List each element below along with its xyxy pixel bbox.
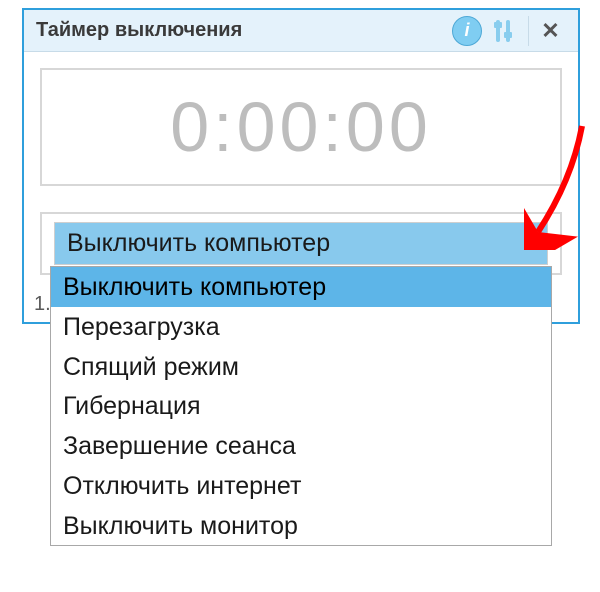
timer-display[interactable]: 0:00:00 <box>40 68 562 186</box>
action-select[interactable]: Выключить компьютер ▾ <box>54 222 548 265</box>
chevron-down-icon: ▾ <box>529 237 535 251</box>
window-title: Таймер выключения <box>36 19 448 42</box>
titlebar: Таймер выключения i ✕ <box>24 10 578 52</box>
timer-value: 0:00:00 <box>170 87 432 167</box>
info-icon: i <box>452 16 482 46</box>
app-window: Таймер выключения i ✕ 0:00:00 Выключить … <box>22 8 580 324</box>
action-select-value: Выключить компьютер <box>67 229 330 258</box>
settings-button[interactable] <box>488 16 518 46</box>
close-icon: ✕ <box>541 18 559 44</box>
wrench-icon <box>492 18 514 44</box>
dropdown-item-monitor-off[interactable]: Выключить монитор <box>51 506 551 546</box>
dropdown-item-shutdown[interactable]: Выключить компьютер <box>51 267 551 307</box>
dropdown-item-sleep[interactable]: Спящий режим <box>51 347 551 387</box>
dropdown-item-disconnect[interactable]: Отключить интернет <box>51 466 551 506</box>
dropdown-item-hibernate[interactable]: Гибернация <box>51 386 551 426</box>
close-button[interactable]: ✕ <box>528 16 572 46</box>
info-button[interactable]: i <box>452 16 482 46</box>
action-dropdown: Выключить компьютер Перезагрузка Спящий … <box>50 266 552 546</box>
dropdown-item-logoff[interactable]: Завершение сеанса <box>51 426 551 466</box>
dropdown-item-restart[interactable]: Перезагрузка <box>51 307 551 347</box>
window-body: 0:00:00 Выключить компьютер ▾ Выключить … <box>24 52 578 291</box>
action-select-section: Выключить компьютер ▾ Выключить компьюте… <box>40 212 562 275</box>
